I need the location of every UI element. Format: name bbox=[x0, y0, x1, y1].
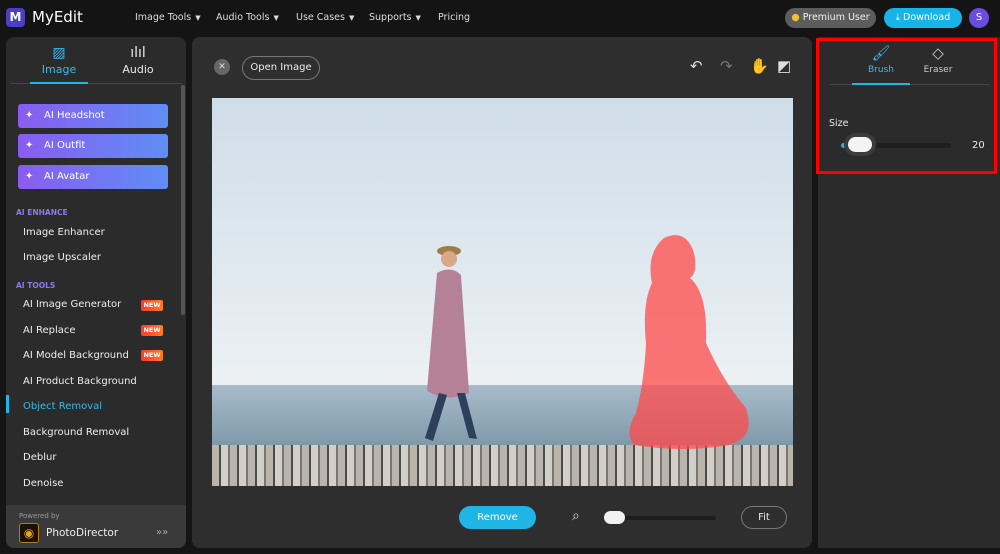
chevrons-right-icon: »» bbox=[156, 527, 169, 538]
ai-headshot-button[interactable]: ✦ AI Headshot bbox=[18, 104, 168, 128]
image-canvas[interactable] bbox=[212, 98, 793, 486]
nav-label: Supports bbox=[369, 12, 412, 23]
nav-audio-tools[interactable]: Audio Tools ▼ bbox=[216, 12, 279, 23]
new-badge: NEW bbox=[141, 300, 163, 311]
tab-audio[interactable]: ılıl Audio bbox=[109, 45, 167, 76]
fit-button[interactable]: Fit bbox=[741, 506, 787, 529]
download-icon: ⤓ bbox=[895, 12, 900, 23]
sidebar-item-image-upscaler[interactable]: Image Upscaler bbox=[23, 252, 101, 263]
active-tab-indicator bbox=[30, 82, 88, 84]
photodirector-logo-icon: ◉ bbox=[19, 523, 39, 543]
nav-label: Audio Tools bbox=[216, 12, 270, 23]
zoom-search-icon: ⌕ bbox=[572, 508, 580, 524]
chevron-down-icon: ▼ bbox=[415, 14, 421, 22]
walking-woman bbox=[425, 246, 477, 441]
ai-avatar-button[interactable]: ✦ AI Avatar bbox=[18, 165, 168, 189]
sidebar-item-object-removal[interactable]: Object Removal bbox=[23, 401, 102, 412]
sidebar-item-ai-product-background[interactable]: AI Product Background bbox=[23, 376, 137, 387]
brush-mask-selection bbox=[629, 235, 749, 449]
ai-sparkle-icon: ✦ bbox=[25, 171, 34, 182]
brand-name[interactable]: MyEdit bbox=[32, 8, 83, 26]
ai-sparkle-icon: ✦ bbox=[25, 140, 34, 151]
open-image-button[interactable]: Open Image bbox=[242, 56, 320, 80]
button-label: AI Outfit bbox=[44, 140, 86, 151]
sidebar-scrollbar[interactable] bbox=[181, 85, 185, 315]
avatar[interactable]: S bbox=[969, 8, 989, 28]
premium-label: Premium User bbox=[802, 12, 870, 23]
premium-badge-icon: ● bbox=[791, 12, 800, 23]
ai-sparkle-icon: ✦ bbox=[25, 110, 34, 121]
sidebar-item-image-enhancer[interactable]: Image Enhancer bbox=[23, 227, 105, 238]
premium-user-button[interactable]: ● Premium User bbox=[785, 8, 876, 28]
chevron-down-icon: ▼ bbox=[348, 14, 355, 22]
nav-label: Image Tools bbox=[135, 12, 192, 23]
tab-image[interactable]: ▨ Image bbox=[30, 45, 88, 76]
ai-outfit-button[interactable]: ✦ AI Outfit bbox=[18, 134, 168, 158]
sidebar-item-ai-image-generator[interactable]: AI Image Generator bbox=[23, 299, 121, 310]
nav-label: Use Cases bbox=[296, 12, 345, 23]
top-bar: M MyEdit Image Tools ▼ Audio Tools ▼ Use C… bbox=[0, 0, 1000, 36]
nav-use-cases[interactable]: Use Cases ▼ bbox=[296, 12, 354, 23]
tab-label: Audio bbox=[122, 63, 154, 76]
nav-image-tools[interactable]: Image Tools ▼ bbox=[135, 12, 201, 23]
editor-panel: ✕ Open Image ↶ ↷ ✋ ◩ Remove ⌕ Fit bbox=[192, 37, 812, 548]
download-button[interactable]: ⤓ Download bbox=[884, 8, 962, 28]
sidebar-item-ai-replace[interactable]: AI Replace bbox=[23, 325, 76, 336]
left-sidebar: ▨ Image ılıl Audio ✦ AI Headshot ✦ AI Outfit… bbox=[6, 37, 186, 548]
redo-icon[interactable]: ↷ bbox=[720, 57, 733, 75]
waveform-icon: ılıl bbox=[130, 45, 146, 61]
sidebar-item-deblur[interactable]: Deblur bbox=[23, 452, 56, 463]
sidebar-item-ai-model-background[interactable]: AI Model Background bbox=[23, 350, 129, 361]
image-icon: ▨ bbox=[52, 45, 66, 61]
powered-by-label: Powered by bbox=[19, 512, 60, 520]
sidebar-item-background-removal[interactable]: Background Removal bbox=[23, 427, 129, 438]
powered-by-photodirector[interactable]: Powered by ◉ PhotoDirector »» bbox=[6, 505, 186, 548]
zoom-slider-thumb[interactable] bbox=[604, 511, 625, 524]
close-icon[interactable]: ✕ bbox=[214, 59, 230, 75]
new-badge: NEW bbox=[141, 350, 163, 361]
section-ai-tools: AI TOOLS bbox=[16, 281, 56, 290]
sidebar-item-denoise[interactable]: Denoise bbox=[23, 478, 63, 489]
active-item-indicator bbox=[6, 395, 9, 413]
highlight-box bbox=[816, 38, 997, 174]
remove-button[interactable]: Remove bbox=[459, 506, 536, 529]
myedit-logo-icon[interactable]: M bbox=[6, 8, 25, 27]
nav-pricing[interactable]: Pricing bbox=[438, 12, 470, 23]
chevron-down-icon: ▼ bbox=[273, 14, 279, 22]
tab-label: Image bbox=[41, 63, 77, 76]
undo-icon[interactable]: ↶ bbox=[690, 57, 703, 75]
hand-pan-icon[interactable]: ✋ bbox=[750, 57, 769, 75]
chevron-down-icon: ▼ bbox=[195, 14, 201, 22]
section-ai-enhance: AI ENHANCE bbox=[16, 208, 68, 217]
compare-icon[interactable]: ◩ bbox=[777, 57, 791, 75]
button-label: AI Headshot bbox=[44, 110, 105, 121]
photodirector-name: PhotoDirector bbox=[46, 527, 119, 539]
new-badge: NEW bbox=[141, 325, 163, 336]
nav-supports[interactable]: Supports ▼ bbox=[369, 12, 421, 23]
button-label: AI Avatar bbox=[44, 171, 90, 182]
download-label: Download bbox=[903, 12, 951, 23]
